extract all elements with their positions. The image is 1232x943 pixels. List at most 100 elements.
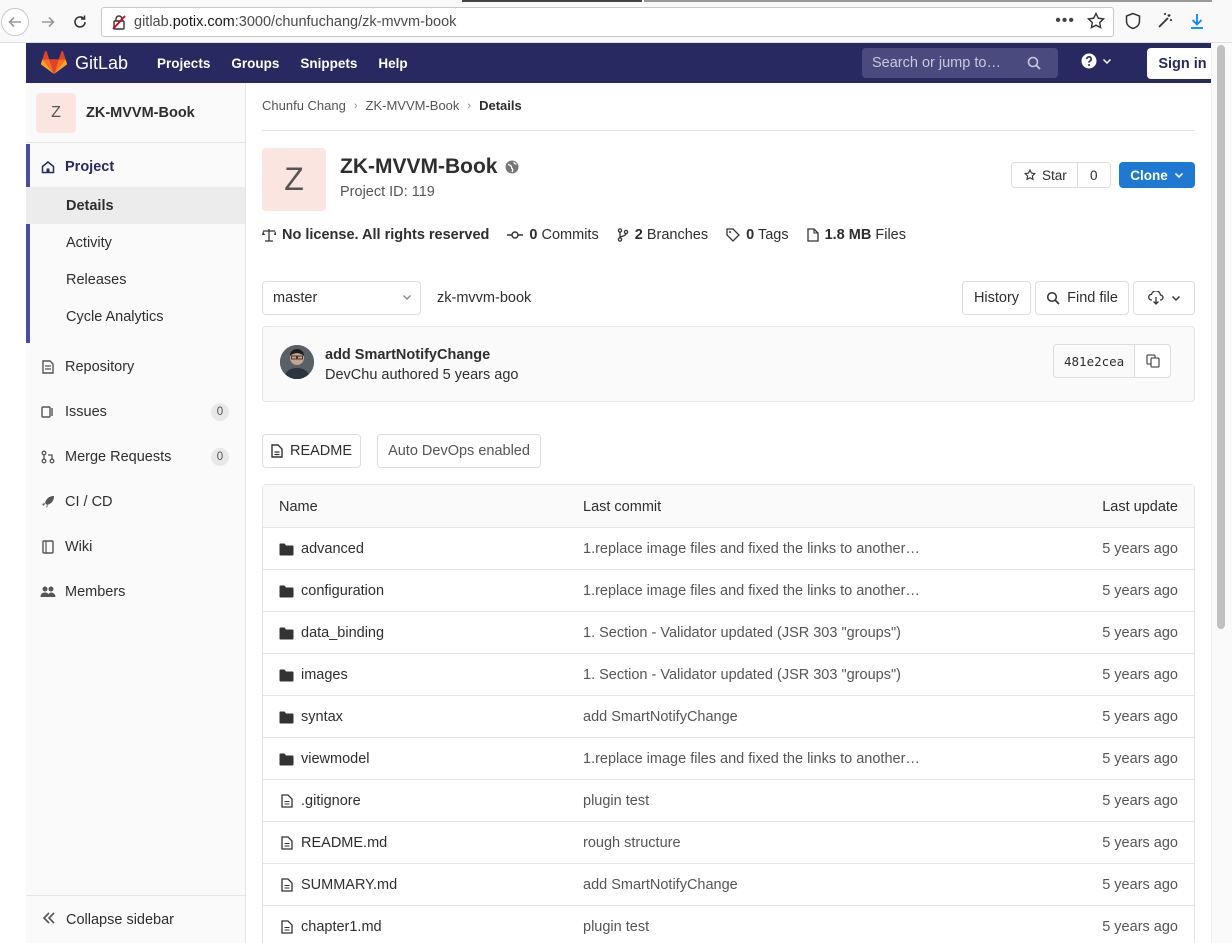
file-last-commit[interactable]: 1. Section - Validator updated (JSR 303 … (583, 625, 901, 641)
wand-icon[interactable] (1156, 12, 1174, 30)
file-name-cell[interactable]: advanced (279, 541, 364, 557)
address-bar[interactable]: gitlab.potix.com:3000/chunfuchang/zk-mvv… (101, 7, 1114, 37)
copy-sha-button[interactable] (1135, 345, 1171, 377)
sidebar-item-merge-requests[interactable]: Merge Requests 0 (26, 438, 245, 475)
forward-button[interactable] (34, 8, 62, 36)
reload-button[interactable] (66, 8, 94, 36)
sidebar-item-repository[interactable]: Repository (26, 348, 245, 385)
sidebar-item-project[interactable]: Project (26, 148, 245, 185)
auto-devops-button[interactable]: Auto DevOps enabled (377, 434, 541, 468)
project-avatar: Z (36, 92, 76, 133)
table-row[interactable]: SUMMARY.md add SmartNotifyChange 5 years a… (263, 864, 1194, 906)
table-row[interactable]: .gitignore plugin test 5 years ago (263, 780, 1194, 822)
commit-sha[interactable]: 481e2cea (1054, 345, 1136, 377)
merge-request-icon (40, 449, 56, 465)
find-file-button[interactable]: Find file (1035, 281, 1129, 315)
sidebar-item-members[interactable]: Members (26, 573, 245, 610)
table-row[interactable]: images 1. Section - Validator updated (JS… (263, 654, 1194, 696)
scrollbar-thumb[interactable] (1217, 45, 1225, 629)
shield-icon[interactable] (1124, 12, 1142, 30)
branches-count: 2 (634, 227, 643, 243)
file-name-cell[interactable]: images (279, 667, 348, 683)
file-name-cell[interactable]: data_binding (279, 625, 384, 641)
sign-in-button[interactable]: Sign in (1147, 48, 1218, 79)
tags-count: 0 (746, 227, 755, 243)
branches-stat[interactable]: 2 Branches (617, 227, 708, 243)
file-last-commit[interactable]: 1.replace image files and fixed the link… (583, 583, 920, 599)
branches-label: Branches (646, 227, 709, 243)
table-row[interactable]: README.md rough structure 5 years ago (263, 822, 1194, 864)
breadcrumb-user[interactable]: Chunfu Chang (262, 98, 346, 113)
table-row[interactable]: data_binding 1. Section - Validator updat… (263, 612, 1194, 654)
author-avatar[interactable] (280, 345, 314, 379)
file-name-cell[interactable]: syntax (279, 709, 343, 725)
file-name: data_binding (301, 625, 385, 641)
license-stat[interactable]: No license. All rights reserved (262, 227, 489, 243)
file-last-update: 5 years ago (1102, 583, 1178, 599)
file-icon (279, 920, 294, 934)
breadcrumb-current[interactable]: Details (479, 98, 522, 113)
search-input[interactable] (862, 55, 1027, 71)
sidebar-subitem-releases[interactable]: Releases (26, 261, 245, 298)
file-last-commit[interactable]: plugin test (583, 793, 649, 809)
bookmark-star-icon[interactable] (1086, 11, 1106, 33)
back-button[interactable] (1, 8, 29, 36)
file-name-cell[interactable]: README.md (279, 835, 387, 851)
file-last-commit[interactable]: rough structure (583, 835, 681, 851)
tags-stat[interactable]: 0 Tags (726, 227, 789, 243)
sidebar-subitem-cycle-analytics[interactable]: Cycle Analytics (26, 298, 245, 335)
download-dropdown-button[interactable] (1133, 281, 1195, 315)
commit-message[interactable]: add SmartNotifyChange (325, 347, 490, 363)
folder-icon (279, 543, 294, 556)
nav-groups[interactable]: Groups (231, 56, 279, 71)
collapse-sidebar-button[interactable]: Collapse sidebar (26, 895, 245, 943)
page-actions-icon[interactable]: ••• (1055, 12, 1075, 30)
file-last-commit[interactable]: 1.replace image files and fixed the link… (583, 751, 920, 767)
history-button[interactable]: History (962, 281, 1031, 315)
file-name-cell[interactable]: chapter1.md (279, 919, 382, 935)
sidebar-item-wiki[interactable]: Wiki (26, 528, 245, 565)
table-row[interactable]: advanced 1.replace image files and fixed … (263, 528, 1194, 570)
file-last-update: 5 years ago (1102, 541, 1178, 557)
file-last-commit[interactable]: 1.replace image files and fixed the link… (583, 541, 920, 557)
star-count[interactable]: 0 (1078, 163, 1110, 187)
star-button[interactable]: Star (1012, 163, 1078, 187)
clone-button[interactable]: Clone (1119, 162, 1195, 188)
file-last-commit[interactable]: plugin test (583, 919, 649, 935)
commit-icon (507, 231, 524, 239)
files-stat[interactable]: 1.8 MB Files (806, 227, 906, 243)
sidebar-subitem-activity[interactable]: Activity (26, 224, 245, 261)
file-name-cell[interactable]: configuration (279, 583, 384, 599)
gitlab-logo[interactable]: GitLab (41, 51, 128, 75)
file-last-commit[interactable]: add SmartNotifyChange (583, 877, 738, 893)
gitlab-tanuki-icon (41, 51, 67, 74)
repo-path[interactable]: zk-mvvm-book (437, 290, 531, 306)
readme-button[interactable]: README (262, 434, 361, 468)
sidebar-item-ci-cd[interactable]: CI / CD (26, 483, 245, 520)
sidebar-project-header[interactable]: Z ZK-MVVM-Book (26, 83, 245, 143)
breadcrumb-project[interactable]: ZK-MVVM-Book (366, 98, 460, 113)
nav-snippets[interactable]: Snippets (300, 56, 357, 71)
table-row[interactable]: viewmodel 1.replace image files and fixed… (263, 738, 1194, 780)
help-dropdown[interactable] (1081, 53, 1112, 69)
file-name-cell[interactable]: .gitignore (279, 793, 361, 809)
file-name: syntax (301, 709, 343, 725)
page-scrollbar[interactable] (1211, 43, 1232, 943)
sidebar-item-label: Members (65, 583, 126, 600)
sidebar-item-issues[interactable]: Issues 0 (26, 393, 245, 430)
commits-label: Commits (541, 227, 599, 243)
table-row[interactable]: configuration 1.replace image files and f… (263, 570, 1194, 612)
table-row[interactable]: syntax add SmartNotifyChange 5 years ago (263, 696, 1194, 738)
nav-projects[interactable]: Projects (157, 56, 210, 71)
tab-indicator (644, 0, 1212, 2)
file-last-commit[interactable]: add SmartNotifyChange (583, 709, 738, 725)
download-icon[interactable] (1188, 12, 1206, 30)
file-name-cell[interactable]: viewmodel (279, 751, 370, 767)
file-name-cell[interactable]: SUMMARY.md (279, 877, 397, 893)
table-row[interactable]: chapter1.md plugin test 5 years ago (263, 906, 1194, 943)
nav-help[interactable]: Help (378, 56, 407, 71)
sidebar-subitem-details[interactable]: Details (26, 187, 245, 224)
commits-stat[interactable]: 0 Commits (507, 227, 599, 243)
file-last-commit[interactable]: 1. Section - Validator updated (JSR 303 … (583, 667, 901, 683)
branch-selector[interactable]: master (262, 281, 421, 315)
